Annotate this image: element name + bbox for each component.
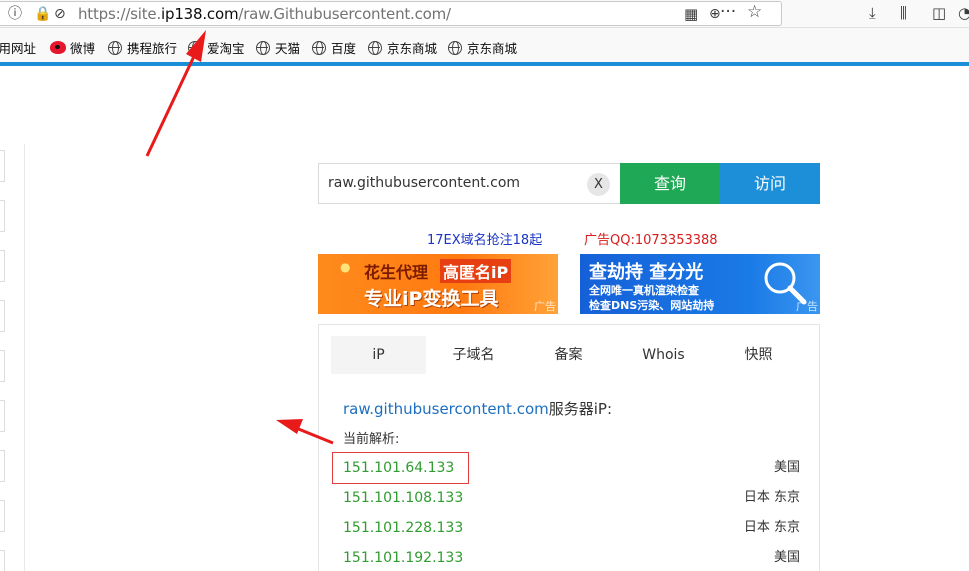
visit-button[interactable]: 访问: [720, 163, 820, 204]
bookmark-label: 常用网址: [0, 41, 37, 56]
sidebar-icon[interactable]: ◫: [932, 4, 946, 22]
ad-link-domain[interactable]: 17EX域名抢注18起: [427, 229, 542, 248]
bookmark-label: 爱淘宝: [207, 41, 245, 56]
banner-text: 检查DNS污染、网站劫持: [589, 299, 715, 312]
tab-snapshot[interactable]: 快照: [711, 336, 806, 374]
bookmark-star-icon[interactable]: ☆: [747, 4, 762, 21]
ip-row: 151.101.192.133 美国: [343, 548, 800, 571]
tracking-protection-icon[interactable]: ⊘: [54, 6, 66, 22]
ad-link-qq[interactable]: 广告QQ:1073353388: [584, 229, 718, 248]
url-prefix: https://site.: [78, 5, 162, 23]
bookmarks-bar: 常用网址 微博 携程旅行 爱淘宝 天猫 百度 京东商城 京东商城: [0, 28, 969, 62]
lock-icon[interactable]: 🔒: [34, 6, 51, 22]
sidebar-box[interactable]: [0, 450, 5, 482]
current-resolution-label: 当前解析:: [343, 432, 400, 447]
bookmark-label: 京东商城: [387, 41, 438, 56]
globe-icon: [448, 40, 462, 55]
bookmark-item[interactable]: 常用网址: [0, 38, 36, 57]
banner-text: 专业iP变换工具: [364, 288, 499, 310]
qr-code-icon[interactable]: ▦: [684, 6, 698, 22]
ad-tag: 广告: [796, 300, 818, 313]
ad-tag: 广告: [534, 300, 556, 313]
bookmark-item[interactable]: 携程旅行: [108, 38, 177, 57]
bookmark-item[interactable]: 微博: [50, 38, 95, 57]
banner-text: 全网唯一真机渲染检查: [589, 284, 699, 297]
highlight-box: [332, 452, 469, 484]
divider: [24, 144, 25, 571]
result-tabs: iP 子域名 备案 Whois 快照: [331, 336, 809, 374]
banner-text: 高匿名iP: [440, 259, 512, 283]
result-domain-link[interactable]: raw.githubusercontent.com: [343, 400, 549, 418]
account-icon[interactable]: ◔: [958, 4, 969, 22]
result-title: raw.githubusercontent.com服务器iP:: [343, 398, 612, 419]
ip-address-link[interactable]: 151.101.192.133: [343, 548, 463, 568]
bookmark-label: 携程旅行: [127, 41, 178, 56]
search-value: raw.githubusercontent.com: [328, 175, 521, 191]
bookmark-item[interactable]: 京东商城: [448, 38, 517, 57]
globe-icon: [368, 40, 382, 55]
ip-location: 日本 东京: [743, 520, 800, 535]
sidebar-box[interactable]: [0, 300, 5, 332]
ip-location: 日本 东京: [743, 490, 800, 505]
ip-row: 151.101.108.133 日本 东京: [343, 488, 800, 518]
tab-icp[interactable]: 备案: [521, 336, 616, 374]
url-text[interactable]: https://site.ip138.com/raw.Githubusercon…: [78, 5, 451, 23]
sidebar-box[interactable]: [0, 350, 5, 382]
bookmark-item[interactable]: 天猫: [256, 38, 300, 57]
bookmark-label: 微博: [70, 41, 96, 56]
ip-address-link[interactable]: 151.101.108.133: [343, 488, 463, 508]
library-icon[interactable]: ⫼: [900, 4, 907, 22]
url-host: ip138.com: [161, 5, 239, 23]
sidebar-box[interactable]: [0, 400, 5, 432]
page: ⓘ 🔒 ⊘ https://site.ip138.com/raw.Githubu…: [0, 0, 969, 571]
sidebar-box[interactable]: [0, 500, 5, 532]
bookmark-item[interactable]: 爱淘宝: [188, 38, 245, 57]
ip-row: 151.101.228.133 日本 东京: [343, 518, 800, 548]
header-accent-bar: [0, 62, 969, 66]
weibo-icon: [50, 41, 66, 54]
globe-icon: [108, 40, 122, 55]
sidebar-box[interactable]: [0, 550, 5, 571]
clear-button[interactable]: X: [587, 173, 610, 196]
left-sidebar-edge: [0, 150, 6, 571]
tab-ip[interactable]: iP: [331, 336, 426, 374]
ip-address-link[interactable]: 151.101.228.133: [343, 518, 463, 538]
sidebar-box[interactable]: [0, 150, 5, 182]
globe-icon: [312, 40, 326, 55]
bookmark-label: 京东商城: [467, 41, 518, 56]
more-actions-icon[interactable]: ···: [720, 4, 736, 21]
results-panel: iP 子域名 备案 Whois 快照 raw.githubusercontent…: [318, 324, 820, 571]
ip-location: 美国: [773, 460, 800, 475]
domain-search-input[interactable]: raw.githubusercontent.com X: [318, 163, 620, 204]
info-icon[interactable]: ⓘ: [8, 6, 22, 22]
reader-icon[interactable]: ⊕: [709, 6, 721, 22]
sidebar-box[interactable]: [0, 250, 5, 282]
url-path: /raw.Githubusercontent.com/: [238, 5, 451, 23]
download-icon[interactable]: ⤓: [869, 4, 876, 22]
ad-banner-hijack-check[interactable]: 查劫持 查分光 全网唯一真机渲染检查 检查DNS污染、网站劫持 广告: [580, 254, 820, 314]
sidebar-box[interactable]: [0, 200, 5, 232]
tab-subdomain[interactable]: 子域名: [426, 336, 521, 374]
ip-location: 美国: [773, 550, 800, 565]
ad-banner-proxy[interactable]: ● 花生代理 高匿名iP 专业iP变换工具 广告: [318, 254, 558, 314]
url-bar[interactable]: ⓘ 🔒 ⊘ https://site.ip138.com/raw.Githubu…: [0, 1, 782, 26]
result-title-suffix: 服务器iP:: [548, 400, 613, 418]
bookmark-label: 百度: [331, 41, 357, 56]
banner-text: 查劫持 查分光: [589, 262, 704, 283]
banner-text: 花生代理: [364, 263, 429, 282]
query-button[interactable]: 查询: [620, 163, 720, 204]
coin-icon: ●: [340, 260, 351, 274]
browser-toolbar: ⓘ 🔒 ⊘ https://site.ip138.com/raw.Githubu…: [0, 0, 969, 28]
bookmark-label: 天猫: [275, 41, 301, 56]
globe-icon: [256, 40, 270, 55]
globe-icon: [188, 40, 202, 55]
tab-whois[interactable]: Whois: [616, 336, 711, 374]
bookmark-item[interactable]: 京东商城: [368, 38, 437, 57]
bookmark-item[interactable]: 百度: [312, 38, 356, 57]
